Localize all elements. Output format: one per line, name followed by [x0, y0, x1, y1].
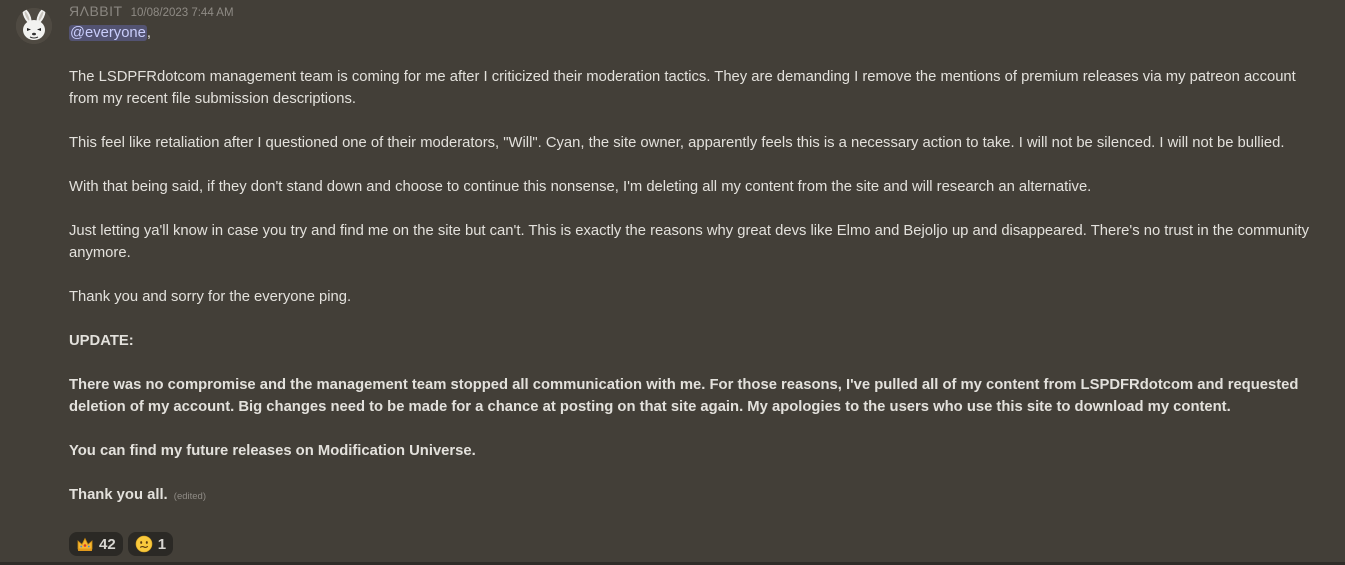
chat-message: ЯΛBBIT 10/08/2023 7:44 AM @everyone, The… [0, 0, 1345, 565]
grimace-face-emoji-icon [135, 535, 153, 553]
mention-suffix: , [146, 25, 152, 41]
message-paragraph: Thank you and sorry for the everyone pin… [69, 289, 352, 305]
closing-text: Thank you all. [69, 487, 168, 503]
reaction-crown[interactable]: 42 [69, 532, 123, 556]
message-content: @everyone, The LSDPFRdotcom management t… [69, 22, 1319, 508]
reaction-grimace[interactable]: 1 [127, 532, 174, 556]
message-paragraph: This feel like retaliation after I quest… [69, 135, 1285, 151]
update-paragraph: You can find my future releases on Modif… [69, 443, 476, 459]
message-paragraph: With that being said, if they don't stan… [69, 179, 1092, 195]
message-header: ЯΛBBIT 10/08/2023 7:44 AM [69, 3, 234, 21]
message-paragraph: Just letting ya'll know in case you try … [69, 223, 1310, 261]
reaction-count: 42 [99, 535, 116, 553]
update-paragraph: There was no compromise and the manageme… [69, 377, 1299, 415]
update-heading: UPDATE: [69, 333, 134, 349]
user-avatar[interactable] [16, 8, 52, 44]
username[interactable]: ЯΛBBIT [69, 3, 123, 19]
rabbit-avatar-icon [16, 8, 52, 44]
reaction-count: 1 [157, 535, 167, 553]
everyone-mention[interactable]: @everyone [69, 25, 147, 41]
timestamp: 10/08/2023 7:44 AM [130, 7, 234, 19]
crown-emoji-icon [76, 535, 94, 553]
edited-label: (edited) [173, 491, 207, 502]
message-paragraph: The LSDPFRdotcom management team is comi… [69, 69, 1296, 107]
mention-line: @everyone, [69, 22, 1319, 44]
reactions-bar: 42 1 [69, 532, 174, 556]
closing-line: Thank you all. (edited) [69, 484, 1319, 508]
